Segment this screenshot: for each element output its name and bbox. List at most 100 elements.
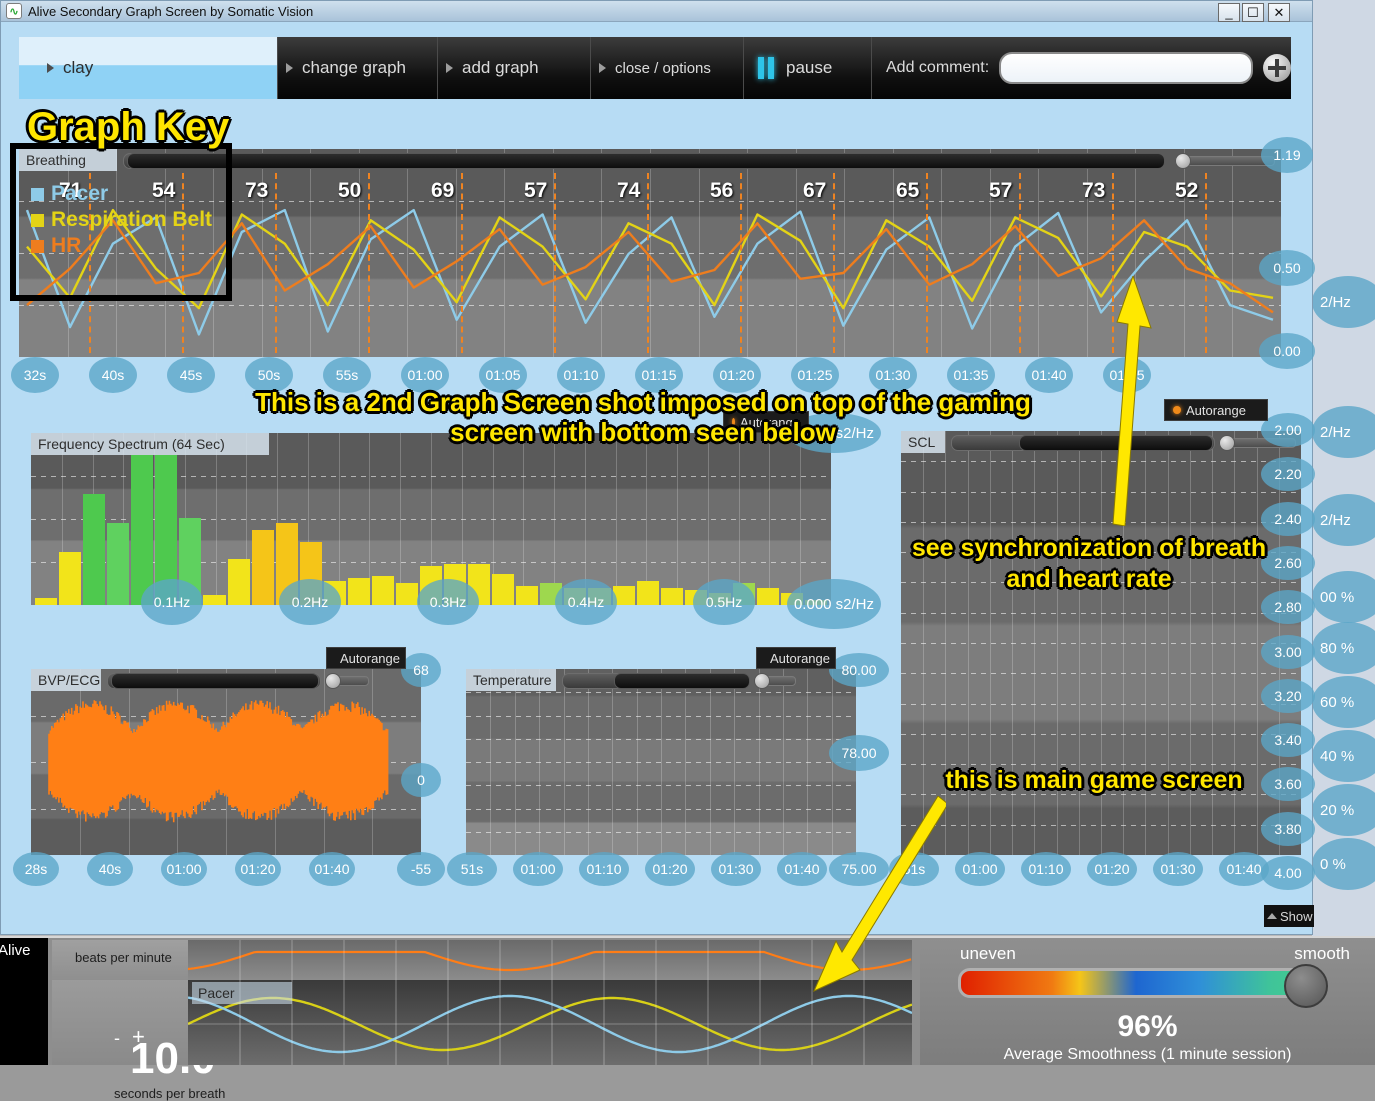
close-options-label: close / options: [615, 59, 711, 77]
close-button[interactable]: ✕: [1268, 3, 1290, 22]
change-graph-label: change graph: [302, 58, 406, 77]
hr-value: 67: [803, 179, 827, 202]
comment-area: Add comment:: [871, 37, 1291, 99]
chevron-right-icon: [286, 63, 293, 73]
temperature-panel: Temperature: [466, 669, 856, 855]
legend-label-hr: HR: [51, 234, 82, 257]
pacer-graph: [188, 980, 912, 1065]
toolbar: clay change graph add graph close / opti…: [19, 37, 1291, 99]
axis-tick: 3.00: [1261, 634, 1315, 669]
sidebar-bubble: 2/Hz: [1312, 494, 1375, 546]
legend-item-hr: HR: [31, 233, 212, 259]
close-options-button[interactable]: close / options: [590, 37, 743, 99]
axis-tick: 51s: [889, 852, 939, 886]
add-comment-icon[interactable]: [1263, 54, 1291, 82]
chevron-right-icon: [47, 63, 54, 73]
temperature-y-mid: 78.00: [829, 735, 889, 771]
hr-value: 69: [431, 179, 455, 202]
temperature-autorange-button[interactable]: Autorange: [756, 647, 836, 669]
sidebar-bubble: 2/Hz: [1312, 276, 1375, 328]
hr-value: 56: [710, 179, 734, 202]
smoothness-panel: uneven smooth 96% Average Smoothness (1 …: [920, 938, 1375, 1065]
spectrum-bar: [131, 454, 154, 605]
legend-label-pacer: Pacer: [51, 182, 109, 205]
hr-value: 65: [896, 179, 920, 202]
smoothness-slider-track[interactable]: [958, 968, 1314, 998]
axis-tick: 01:20: [1087, 852, 1137, 886]
user-tab-clay[interactable]: clay: [19, 37, 277, 99]
temperature-y-min: 75.00: [829, 852, 889, 886]
hr-marker-line: [554, 173, 556, 353]
axis-tick: 01:00: [161, 852, 207, 886]
sidebar-bubble: 80 %: [1312, 622, 1375, 674]
pause-icon: [758, 57, 774, 79]
smoothness-percent: 96%: [1117, 1010, 1178, 1043]
hr-marker-line: [833, 173, 835, 353]
comment-label: Add comment:: [886, 59, 990, 76]
spectrum-bar: [492, 573, 515, 605]
legend-label-respiration: Respiration Belt: [51, 208, 213, 231]
temperature-title: Temperature: [466, 669, 556, 691]
minimize-button[interactable]: _: [1218, 3, 1240, 22]
alive-graph-window: ∿ Alive Secondary Graph Screen by Somati…: [0, 0, 1315, 992]
axis-tick: 3.40: [1261, 723, 1315, 758]
axis-tick: 01:45: [1103, 357, 1151, 393]
spectrum-bar: [107, 522, 130, 605]
axis-tick: 01:00: [955, 852, 1005, 886]
scl-autorange-button[interactable]: Autorange: [1164, 399, 1268, 421]
pause-button[interactable]: pause: [743, 37, 871, 99]
label-uneven: uneven: [960, 944, 1016, 963]
app-icon: ∿: [6, 3, 22, 19]
spectrum-bar: [203, 595, 226, 605]
axis-tick: 0.1Hz: [141, 579, 203, 625]
maximize-button[interactable]: ☐: [1242, 3, 1264, 22]
hr-value: 52: [1175, 179, 1199, 202]
hr-value: 73: [1082, 179, 1106, 202]
add-graph-label: add graph: [462, 58, 539, 77]
axis-tick: 01:10: [579, 852, 629, 886]
annotation-sync: see synchronization of breath and heart …: [911, 534, 1267, 593]
axis-tick: 2.80: [1261, 590, 1315, 625]
axis-tick: 40s: [89, 357, 137, 393]
show-label: Show: [1280, 908, 1313, 924]
bvp-autorange-button[interactable]: Autorange: [326, 647, 406, 669]
hr-value: 57: [989, 179, 1013, 202]
bvp-y-mid: 0: [401, 763, 441, 797]
breathing-y-mid: 0.50: [1259, 250, 1315, 286]
hr-value: 50: [338, 179, 362, 202]
axis-tick: 3.20: [1261, 678, 1315, 713]
hr-marker-line: [926, 173, 928, 353]
show-button[interactable]: Show: [1264, 905, 1314, 927]
hr-marker-line: [1112, 173, 1114, 353]
right-sidebar: G editation Notes ❐ ✕ 2/Hz 2/Hz 2/Hz 00 …: [1312, 0, 1375, 1063]
temperature-autorange-label: Autorange: [770, 650, 830, 666]
axis-tick: 2.40: [1261, 501, 1315, 536]
sidebar-bubble: 40 %: [1312, 730, 1375, 782]
add-graph-button[interactable]: add graph: [437, 37, 590, 99]
game-bottom-bar: Alive beats per minute - + 10.0 seconds …: [0, 936, 1375, 1101]
axis-tick: 0.3Hz: [417, 579, 479, 625]
annotation-graph-key: Graph Key: [27, 105, 230, 149]
pacer-decrease-button[interactable]: -: [114, 1028, 120, 1049]
legend-item-respiration: Respiration Belt: [31, 207, 212, 233]
pacer-units: seconds per breath: [114, 1086, 226, 1101]
bvp-autorange-label: Autorange: [340, 650, 400, 666]
status-dot-icon: [1173, 406, 1181, 414]
sidebar-bubble: 60 %: [1312, 676, 1375, 728]
chevron-right-icon: [599, 63, 606, 73]
hr-marker-line: [647, 173, 649, 353]
axis-tick: 01:00: [513, 852, 563, 886]
breathing-y-max: 1.19: [1261, 137, 1313, 173]
axis-tick: 01:40: [309, 852, 355, 886]
legend-item-pacer: Pacer: [31, 181, 212, 207]
comment-input[interactable]: [999, 52, 1253, 84]
axis-tick: 0.4Hz: [555, 579, 617, 625]
chevron-right-icon: [446, 63, 453, 73]
change-graph-button[interactable]: change graph: [277, 37, 437, 99]
bvp-y-max: 68: [401, 653, 441, 687]
axis-tick: 51s: [447, 852, 497, 886]
axis-tick: 40s: [87, 852, 133, 886]
hr-marker-line: [275, 173, 277, 353]
smoothness-slider-knob[interactable]: [1284, 964, 1328, 1008]
spectrum-bar: [756, 588, 779, 605]
